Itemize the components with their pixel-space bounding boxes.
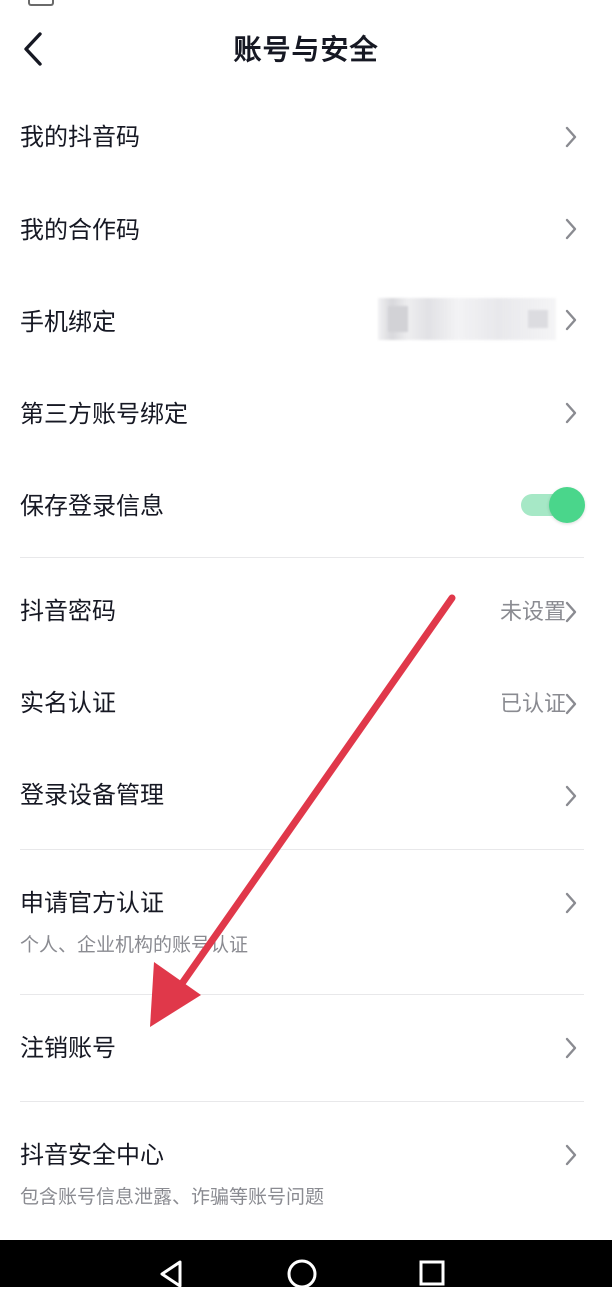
chevron-right-icon — [565, 1037, 577, 1059]
chevron-right-icon — [565, 693, 577, 715]
row-label: 保存登录信息 — [20, 492, 164, 520]
row-third-party-binding[interactable]: 第三方账号绑定 — [0, 384, 612, 444]
row-label: 注销账号 — [20, 1034, 116, 1062]
chevron-right-icon — [565, 309, 577, 331]
divider — [20, 1101, 584, 1102]
page-title: 账号与安全 — [233, 33, 379, 66]
row-subtitle: 个人、企业机构的账号认证 — [20, 934, 249, 956]
chevron-right-icon — [565, 785, 577, 807]
row-label: 我的抖音码 — [20, 123, 140, 151]
chevron-right-icon — [565, 601, 577, 623]
annotation-arrow-icon — [150, 594, 456, 1027]
row-official-verification[interactable]: 申请官方认证 个人、企业机构的账号认证 — [0, 870, 612, 970]
divider — [20, 557, 584, 558]
row-label: 实名认证 — [20, 689, 116, 717]
row-label: 第三方账号绑定 — [20, 400, 188, 428]
row-label: 登录设备管理 — [20, 781, 164, 809]
chevron-right-icon — [565, 892, 577, 914]
recents-square-icon[interactable] — [412, 1254, 452, 1294]
chevron-right-icon — [565, 1144, 577, 1166]
row-douyin-password[interactable]: 抖音密码 未设置 — [0, 582, 612, 642]
row-login-device-management[interactable]: 登录设备管理 — [0, 766, 612, 826]
toggle-knob — [549, 487, 585, 523]
chevron-right-icon — [565, 218, 577, 240]
home-circle-icon[interactable] — [282, 1254, 322, 1294]
row-value: 未设置 — [499, 600, 566, 625]
divider — [20, 849, 584, 850]
row-deactivate-account[interactable]: 注销账号 — [0, 1018, 612, 1078]
system-nav-bar — [0, 1240, 612, 1289]
row-label: 申请官方认证 — [20, 889, 164, 917]
row-value: 已认证 — [499, 692, 566, 717]
chevron-right-icon — [565, 402, 577, 424]
back-triangle-icon[interactable] — [152, 1254, 192, 1294]
divider — [20, 994, 584, 995]
row-label: 手机绑定 — [20, 308, 116, 336]
row-security-center[interactable]: 抖音安全中心 包含账号信息泄露、诈骗等账号问题 — [0, 1124, 612, 1224]
header: 账号与安全 — [0, 0, 612, 96]
row-my-cooperation-code[interactable]: 我的合作码 — [0, 204, 612, 264]
row-my-douyin-code[interactable]: 我的抖音码 — [0, 112, 612, 172]
chevron-right-icon — [565, 126, 577, 148]
redacted-phone-number — [378, 298, 556, 340]
row-subtitle: 包含账号信息泄露、诈骗等账号问题 — [20, 1186, 325, 1208]
row-real-name-auth[interactable]: 实名认证 已认证 — [0, 674, 612, 734]
row-label: 我的合作码 — [20, 216, 140, 244]
row-label: 抖音安全中心 — [20, 1141, 164, 1169]
row-label: 抖音密码 — [20, 597, 116, 625]
save-login-toggle[interactable] — [521, 487, 585, 523]
